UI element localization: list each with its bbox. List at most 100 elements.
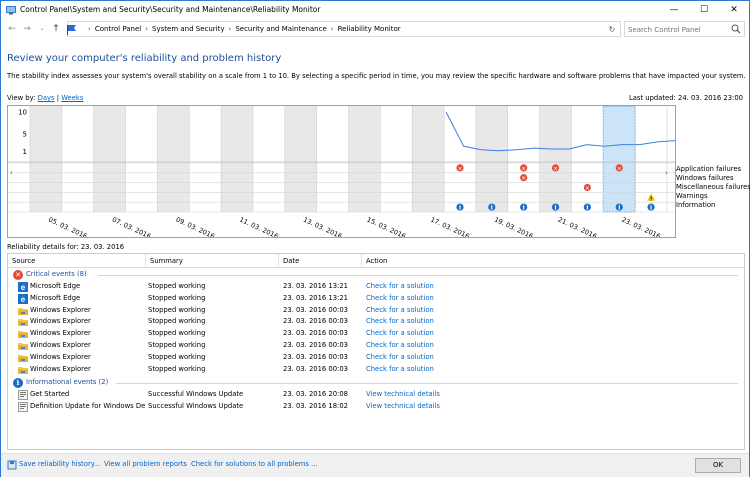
row-date: 23. 03. 2016 20:08 <box>283 390 348 398</box>
breadcrumb[interactable]: › Control Panel › System and Security › Secur… <box>67 21 621 37</box>
group-critical[interactable]: ✕ Critical events (8) <box>8 269 744 281</box>
search-box[interactable] <box>624 21 745 37</box>
row-source: Windows Explorer <box>30 305 91 314</box>
crumb-reliability-monitor[interactable]: Reliability Monitor <box>338 25 401 33</box>
row-action-link[interactable]: Check for a solution <box>366 329 434 337</box>
folder-icon <box>18 353 28 363</box>
forward-arrow-icon[interactable]: → <box>21 22 33 36</box>
header-action[interactable]: Action <box>362 254 744 268</box>
table-row[interactable]: e Microsoft Edge Stopped working 23. 03. 20… <box>8 293 744 305</box>
table-row[interactable]: Windows Explorer Stopped working 23. 03. 2… <box>8 305 744 317</box>
view-by-label: View by: <box>7 94 36 102</box>
warning-icon-glyph: ! <box>650 196 653 202</box>
legend-warnings: Warnings <box>676 192 708 200</box>
x-tick-label: 15. 03. 2016 <box>366 216 407 237</box>
svg-text:e: e <box>21 283 26 292</box>
group-divider <box>98 275 738 276</box>
page-description: The stability index assesses your system… <box>7 72 746 80</box>
view-by-weeks-link[interactable]: Weeks <box>61 94 83 102</box>
reliability-chart-svg[interactable]: 1051× × × ×××i i i i i i i!05. 03. 2016 07. 03. 20… <box>8 106 675 237</box>
x-tick-label: 05. 03. 2016 <box>47 216 88 237</box>
row-action-link[interactable]: Check for a solution <box>366 317 434 325</box>
row-date: 23. 03. 2016 00:03 <box>283 364 348 373</box>
error-icon-glyph: × <box>617 165 622 172</box>
row-action-link[interactable]: View technical details <box>366 402 440 410</box>
maximize-button[interactable]: ☐ <box>689 1 719 19</box>
up-arrow-icon[interactable]: ↑ <box>50 22 62 36</box>
y-tick-label: 5 <box>23 131 27 139</box>
view-by: View by: Days | Weeks <box>7 94 83 102</box>
row-action-link[interactable]: Check for a solution <box>366 306 434 314</box>
footer-bar: Save reliability history... View all pro… <box>1 453 749 477</box>
row-action-link[interactable]: Check for a solution <box>366 341 434 349</box>
reliability-chart[interactable]: 10 5 1 × × × × × × i i i i i i i! 05. 03. 2016 07. 03. 20… <box>7 105 676 238</box>
scroll-right-icon[interactable]: › <box>665 169 668 177</box>
table-row[interactable]: e Microsoft Edge Stopped working 23. 03. 20… <box>8 281 744 293</box>
row-date: 23. 03. 2016 13:21 <box>283 293 348 302</box>
folder-icon <box>18 329 28 339</box>
crumb-system-security[interactable]: System and Security <box>152 25 224 33</box>
view-by-days-link[interactable]: Days <box>38 94 55 102</box>
search-input[interactable] <box>628 24 728 35</box>
row-date: 23. 03. 2016 00:03 <box>283 317 348 326</box>
save-icon <box>7 460 17 470</box>
save-history-link[interactable]: Save reliability history... <box>19 460 100 468</box>
recent-chevron-icon[interactable]: ⌄ <box>36 22 48 36</box>
error-icon-glyph: × <box>553 165 558 172</box>
row-date: 23. 03. 2016 00:03 <box>283 352 348 361</box>
table-row[interactable]: Get Started Successful Windows Update 23. … <box>8 389 744 401</box>
header-summary[interactable]: Summary <box>146 254 279 268</box>
error-icon-glyph: × <box>585 185 590 192</box>
page-heading: Review your computer's reliability and p… <box>7 53 282 64</box>
check-solutions-link[interactable]: Check for solutions to all problems ... <box>191 460 318 468</box>
table-row[interactable]: Definition Update for Windows De... Succe… <box>8 401 744 413</box>
x-tick-label: 21. 03. 2016 <box>557 216 598 237</box>
title-bar: Control Panel\System and Security\Securi… <box>1 1 749 19</box>
row-action-link[interactable]: View technical details <box>366 390 440 398</box>
row-source: Definition Update for Windows De... <box>30 401 145 410</box>
crumb-security-maintenance[interactable]: Security and Maintenance <box>235 25 326 33</box>
details-label: Reliability details for: 23. 03. 2016 <box>7 243 125 251</box>
crumb-control-panel[interactable]: Control Panel <box>95 25 141 33</box>
row-action-link[interactable]: Check for a solution <box>366 365 434 373</box>
details-grid: Source Summary Date Action ✕ Critical ev… <box>7 253 745 450</box>
close-button[interactable]: ✕ <box>719 1 749 19</box>
table-row[interactable]: Windows Explorer Stopped working 23. 03. 2… <box>8 364 744 376</box>
scroll-left-icon[interactable]: ‹ <box>10 169 13 177</box>
search-icon[interactable] <box>731 24 741 34</box>
group-informational[interactable]: i Informational events (2) <box>8 377 744 389</box>
y-tick-label: 10 <box>18 109 27 117</box>
row-date: 23. 03. 2016 18:02 <box>283 401 348 410</box>
row-action-link[interactable]: Check for a solution <box>366 294 434 302</box>
minimize-button[interactable]: — <box>659 1 689 19</box>
row-action-link[interactable]: Check for a solution <box>366 353 434 361</box>
row-summary: Stopped working <box>148 317 206 326</box>
back-arrow-icon[interactable]: ← <box>6 22 18 36</box>
row-summary: Stopped working <box>148 352 206 361</box>
table-row[interactable]: Windows Explorer Stopped working 23. 03. 2… <box>8 352 744 364</box>
table-row[interactable]: Windows Explorer Stopped working 23. 03. 2… <box>8 328 744 340</box>
x-tick-label: 19. 03. 2016 <box>493 216 534 237</box>
row-source: Get Started <box>30 390 70 398</box>
chart-column-shade <box>157 106 190 212</box>
table-row[interactable]: Windows Explorer Stopped working 23. 03. 2… <box>8 316 744 328</box>
selected-day-column[interactable] <box>602 106 636 213</box>
error-icon-glyph: × <box>521 165 526 172</box>
edge-icon: e <box>18 293 28 304</box>
refresh-icon[interactable]: ↻ <box>606 25 618 35</box>
error-icon-glyph: × <box>521 175 526 182</box>
ok-button[interactable]: OK <box>695 458 741 473</box>
row-action-link[interactable]: Check for a solution <box>366 282 434 290</box>
table-row[interactable]: Windows Explorer Stopped working 23. 03. 2… <box>8 340 744 352</box>
view-all-reports-link[interactable]: View all problem reports <box>104 460 187 468</box>
header-source[interactable]: Source <box>8 254 146 268</box>
header-date[interactable]: Date <box>279 254 362 268</box>
row-source: Windows Explorer <box>30 352 91 361</box>
window: Control Panel\System and Security\Securi… <box>0 0 750 477</box>
folder-icon <box>18 365 28 375</box>
crumb-separator: › <box>228 25 232 33</box>
x-tick-label: 17. 03. 2016 <box>429 216 470 237</box>
chart-column-shade <box>412 106 445 212</box>
address-bar: ← → ⌄ ↑ › Control Panel › System and Securi… <box>1 19 749 39</box>
chart-column-shade <box>475 106 508 212</box>
